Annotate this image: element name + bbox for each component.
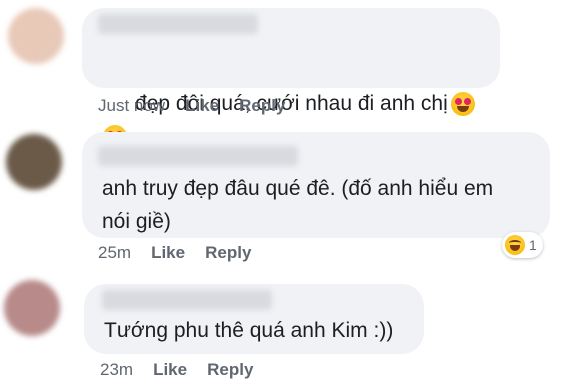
comment-text: anh truy đẹp đâu qué đê. (đố anh hiểu em… [102,177,494,233]
timestamp[interactable]: 23m [100,360,133,380]
timestamp[interactable]: 25m [98,243,131,263]
comment-bubble: Tướng phu thê quá anh Kim :)) [84,284,424,354]
haha-emoji-icon [505,235,525,255]
comment-bubble: anh truy đẹp đâu qué đê. (đố anh hiểu em… [82,132,550,238]
avatar[interactable] [4,280,60,336]
comment-meta: 23m Like Reply [100,360,273,380]
comment-bubble: đẹp đôi quá, cưới nhau đi anh chị [82,8,500,150]
reaction-summary[interactable]: 1 [502,232,543,258]
heart-eyes-emoji-icon [450,92,475,117]
author-name[interactable] [102,290,272,310]
timestamp[interactable]: Just now [98,96,165,116]
avatar[interactable] [6,134,62,190]
comment-text: Tướng phu thê quá anh Kim :)) [104,319,394,342]
like-button[interactable]: Like [151,243,185,263]
reply-button[interactable]: Reply [207,360,253,380]
comment-meta: 25m Like Reply [98,243,271,263]
comment-meta: Just now Like Reply [98,96,305,116]
reaction-count: 1 [529,237,537,253]
reply-button[interactable]: Reply [205,243,251,263]
author-name[interactable] [98,146,298,166]
author-name[interactable] [98,14,258,34]
like-button[interactable]: Like [153,360,187,380]
like-button[interactable]: Like [185,96,219,116]
avatar[interactable] [8,8,64,64]
reply-button[interactable]: Reply [239,96,285,116]
